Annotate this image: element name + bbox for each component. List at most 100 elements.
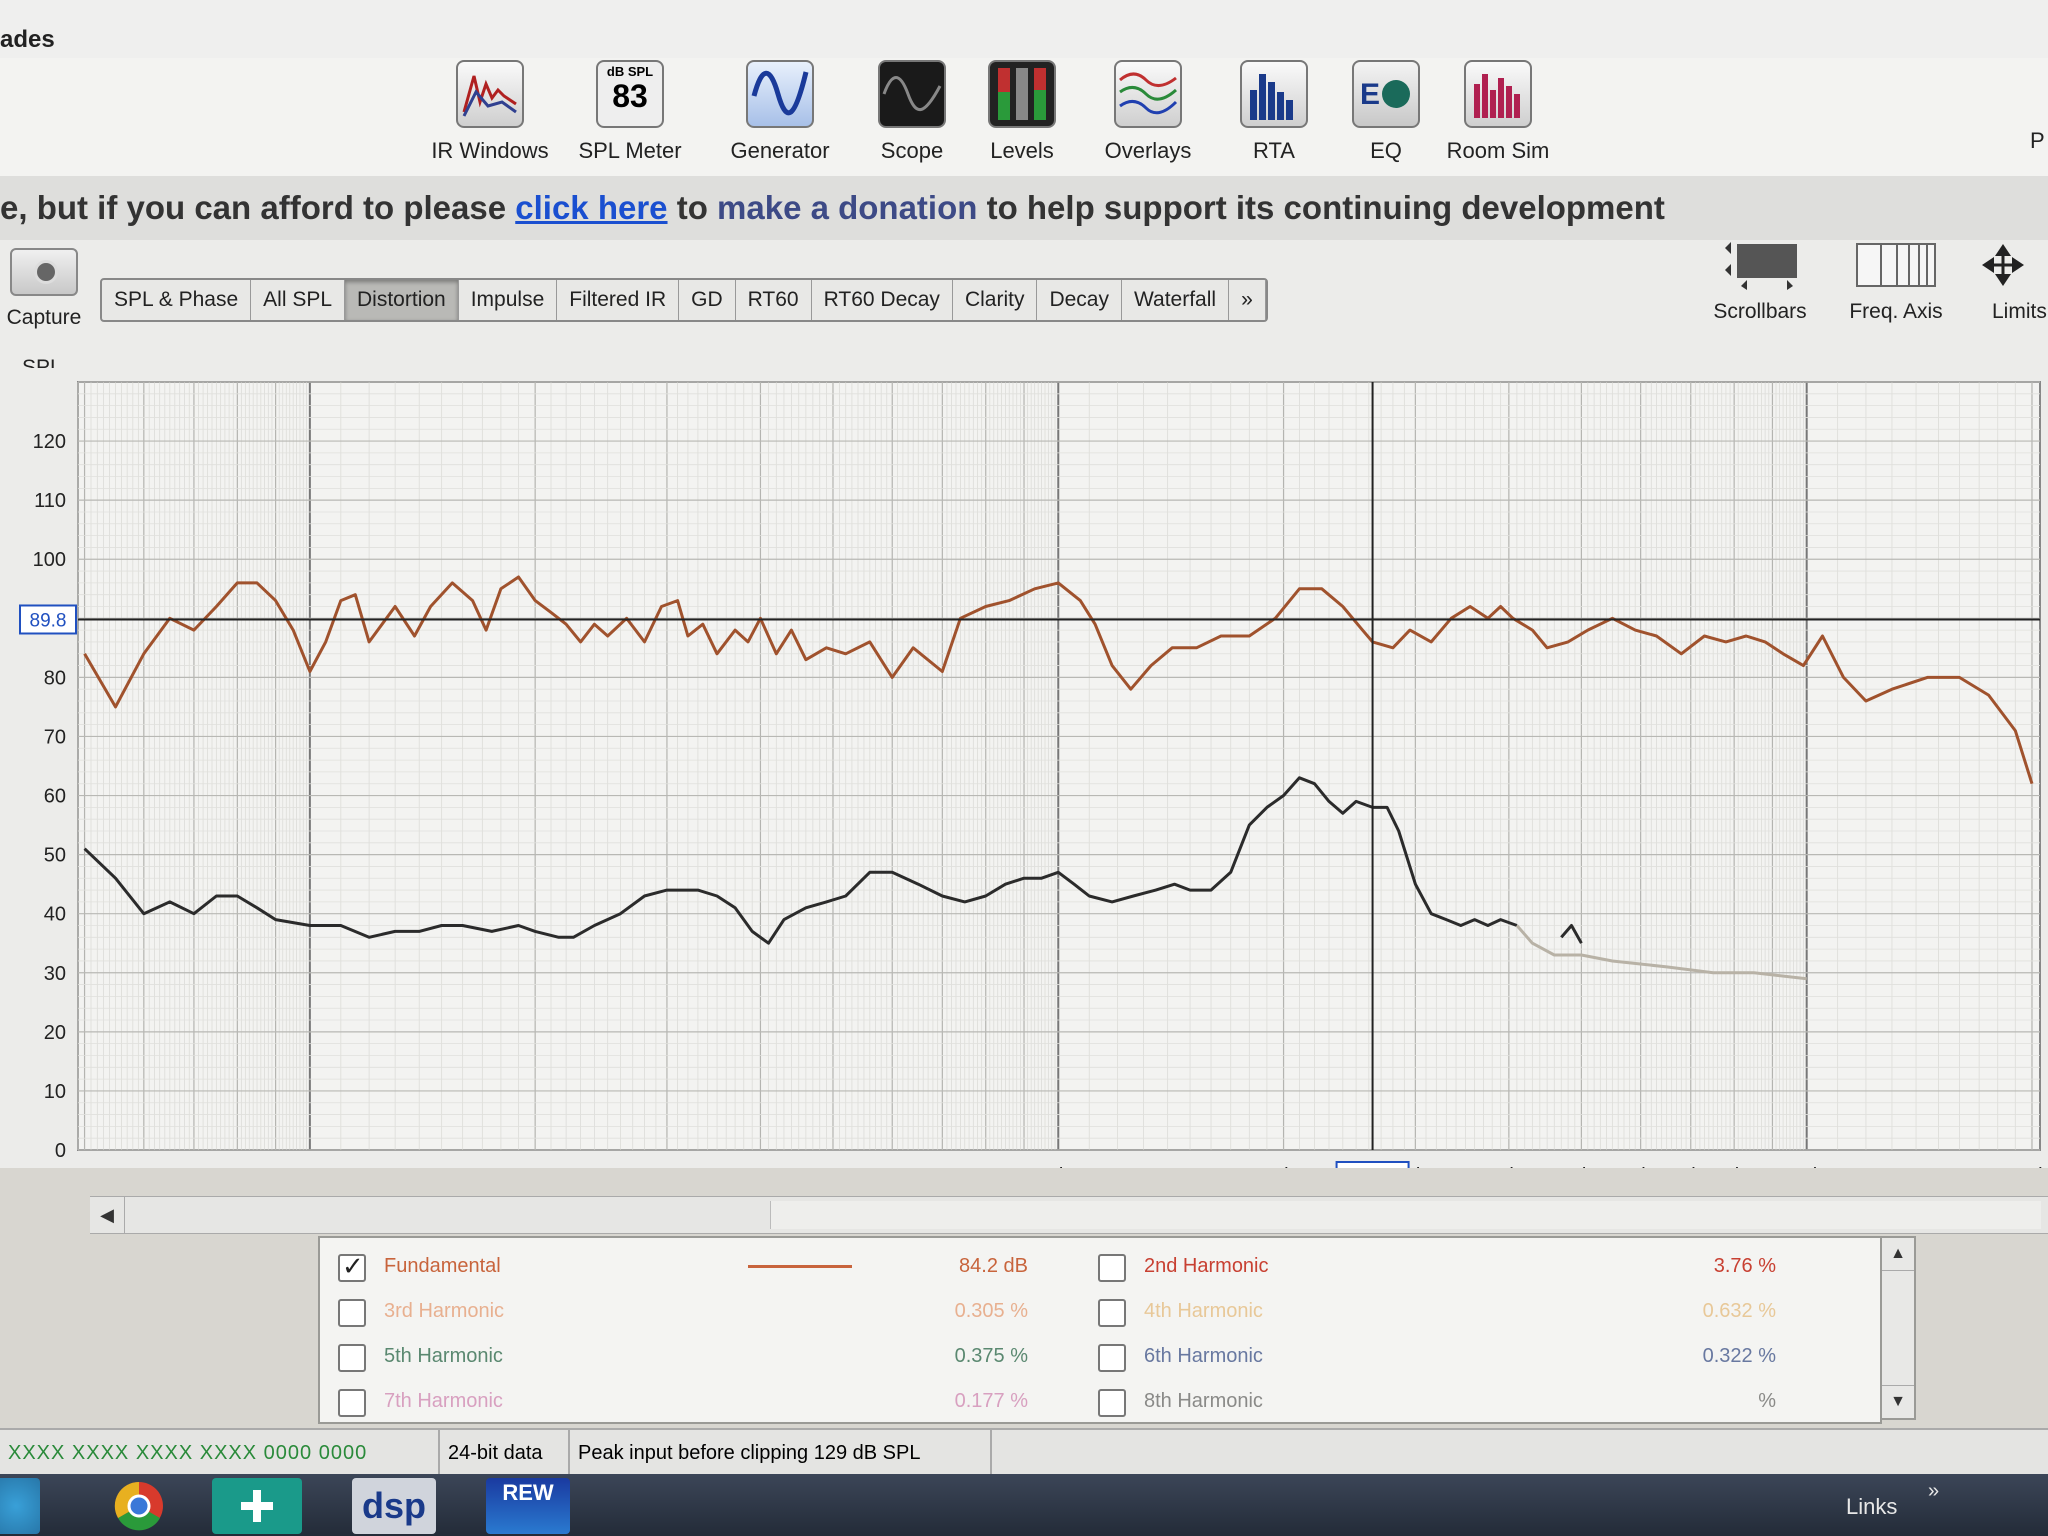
- overlays-button[interactable]: Overlays: [1088, 60, 1208, 170]
- y-tick-label: 120: [33, 431, 66, 453]
- donation-suffix: to help support its continuing developme…: [977, 189, 1665, 226]
- rew-window: ades IR Windows dB SPL 83 SPL Meter Gene…: [0, 0, 2048, 1536]
- tab-decay[interactable]: Decay: [1037, 280, 1122, 320]
- legend-checkbox[interactable]: [1098, 1254, 1126, 1282]
- scroll-left-arrow-icon[interactable]: ◀: [90, 1197, 125, 1233]
- x-tick-label: 10k: [1791, 1165, 1824, 1168]
- tab-spl-phase[interactable]: SPL & Phase: [102, 280, 252, 320]
- spl-meter-icon: dB SPL 83: [596, 60, 664, 128]
- scroll-up-arrow-icon[interactable]: ▲: [1882, 1238, 1914, 1271]
- room-sim-icon: [1464, 60, 1532, 128]
- bit-depth-status: 24-bit data: [440, 1430, 570, 1476]
- capture-button[interactable]: Capture: [4, 248, 84, 330]
- cursor-x-label: 2.63k: [1349, 1167, 1396, 1168]
- y-tick-label: 80: [44, 667, 66, 689]
- tab-rt60[interactable]: RT60: [736, 280, 812, 320]
- freq-axis-icon: [1836, 240, 1956, 290]
- taskbar-links[interactable]: Links: [1846, 1494, 1897, 1520]
- x-tick-label: 4k: [1498, 1165, 1520, 1168]
- tool-label: Generator: [730, 138, 830, 163]
- taskbar: dsp REW Links »: [0, 1474, 2048, 1536]
- eq-icon: E: [1352, 60, 1420, 128]
- freq-axis-button[interactable]: Freq. Axis: [1836, 240, 1956, 324]
- legend-item-value: 0.177 %: [954, 1390, 1028, 1412]
- tab-more-chevron-icon[interactable]: »: [1229, 280, 1266, 320]
- scroll-down-arrow-icon[interactable]: ▼: [1882, 1385, 1914, 1418]
- taskbar-browser-button[interactable]: [94, 1478, 184, 1534]
- plus-icon: [241, 1490, 273, 1522]
- scope-icon: [878, 60, 946, 128]
- legend-checkbox[interactable]: [1098, 1344, 1126, 1372]
- spl-meter-button[interactable]: dB SPL 83 SPL Meter: [570, 60, 690, 170]
- legend-checkbox[interactable]: [338, 1246, 366, 1286]
- rta-button[interactable]: RTA: [1214, 60, 1334, 170]
- legend-item-label: 6th Harmonic: [1144, 1345, 1263, 1367]
- levels-icon: [988, 60, 1056, 128]
- legend-checkbox[interactable]: [338, 1389, 366, 1417]
- tool-label: Scope: [880, 138, 944, 163]
- scrollbars-button[interactable]: Scrollbars: [1700, 240, 1820, 324]
- freq-axis-label: Freq. Axis: [1849, 300, 1943, 323]
- generator-button[interactable]: Generator: [720, 60, 840, 170]
- tab-clarity[interactable]: Clarity: [953, 280, 1038, 320]
- tool-label: Room Sim: [1446, 138, 1550, 163]
- y-tick-label: 70: [44, 726, 66, 748]
- peak-input-status: Peak input before clipping 129 dB SPL: [570, 1430, 992, 1476]
- legend-item-label: 4th Harmonic: [1144, 1300, 1263, 1322]
- taskbar-chevron-icon[interactable]: »: [1928, 1480, 1939, 1503]
- toolbar-edge-label[interactable]: P: [2030, 128, 2045, 154]
- donation-to: to: [667, 189, 718, 226]
- scrollbar-thumb[interactable]: [770, 1201, 2041, 1229]
- x-tick-label: 800: [969, 1165, 1002, 1168]
- scrollbars-label: Scrollbars: [1713, 300, 1807, 323]
- tab-distortion[interactable]: Distortion: [345, 280, 459, 320]
- title-bar: ades: [0, 0, 2048, 60]
- x-tick-label: 300: [650, 1165, 683, 1168]
- dsp-icon[interactable]: dsp: [352, 1478, 436, 1534]
- tool-label: Levels: [990, 138, 1054, 163]
- limits-button[interactable]: Limits: [1978, 240, 2048, 324]
- start-button[interactable]: [0, 1478, 40, 1534]
- horizontal-scrollbar[interactable]: ◀: [90, 1196, 2048, 1234]
- y-tick-label: 50: [44, 845, 66, 867]
- legend-checkbox[interactable]: [1098, 1389, 1126, 1417]
- distortion-chart[interactable]: 0 10 20 30 40 50 60 70 80 100 110 120 50 60 70 80 100 200…: [0, 368, 2048, 1168]
- main-toolbar: IR Windows dB SPL 83 SPL Meter Generator…: [0, 58, 2048, 176]
- legend-checkbox[interactable]: [1098, 1299, 1126, 1327]
- x-tick-label: 7k: [1680, 1165, 1702, 1168]
- legend-item-label: 8th Harmonic: [1144, 1390, 1263, 1412]
- y-tick-label: 20: [44, 1022, 66, 1044]
- eq-button[interactable]: E EQ: [1326, 60, 1446, 170]
- y-tick-label: 10: [44, 1081, 66, 1103]
- legend-checkbox[interactable]: [338, 1344, 366, 1372]
- status-bar: XXXX XXXX XXXX XXXX 0000 0000 24-bit dat…: [0, 1428, 2048, 1476]
- scope-button[interactable]: Scope: [852, 60, 972, 170]
- tab-rt60-decay[interactable]: RT60 Decay: [812, 280, 953, 320]
- tab-waterfall[interactable]: Waterfall: [1122, 280, 1230, 320]
- window-title: ades: [0, 26, 55, 53]
- legend-scrollbar[interactable]: ▲ ▼: [1880, 1236, 1916, 1420]
- levels-button[interactable]: Levels: [962, 60, 1082, 170]
- browser-icon: [114, 1481, 163, 1531]
- legend-item: 8th Harmonic%: [1098, 1381, 1818, 1421]
- tab-gd[interactable]: GD: [679, 280, 736, 320]
- donation-prefix: e, but if you can afford to please: [0, 189, 516, 226]
- taskbar-plus-button[interactable]: [212, 1478, 302, 1534]
- tab-filtered-ir[interactable]: Filtered IR: [557, 280, 680, 320]
- x-tick-label: 400: [744, 1165, 777, 1168]
- tab-row: Capture SPL & Phase All SPL Distortion Impu…: [0, 240, 2048, 368]
- rta-icon: [1240, 60, 1308, 128]
- x-tick-label: 6k: [1630, 1165, 1652, 1168]
- rew-icon[interactable]: REW: [486, 1478, 570, 1534]
- x-tick-label: 5k: [1571, 1165, 1593, 1168]
- donation-link[interactable]: click here: [515, 189, 667, 226]
- tab-all-spl[interactable]: All SPL: [251, 280, 346, 320]
- tab-impulse[interactable]: Impulse: [459, 280, 558, 320]
- ir-windows-button[interactable]: IR Windows: [430, 60, 550, 170]
- tool-label: Overlays: [1104, 138, 1192, 163]
- generator-icon: [746, 60, 814, 128]
- legend-checkbox[interactable]: [338, 1299, 366, 1327]
- room-sim-button[interactable]: Room Sim: [1438, 60, 1558, 170]
- legend-item-label: 7th Harmonic: [384, 1390, 503, 1412]
- x-tick-label: 1k: [1048, 1165, 1070, 1168]
